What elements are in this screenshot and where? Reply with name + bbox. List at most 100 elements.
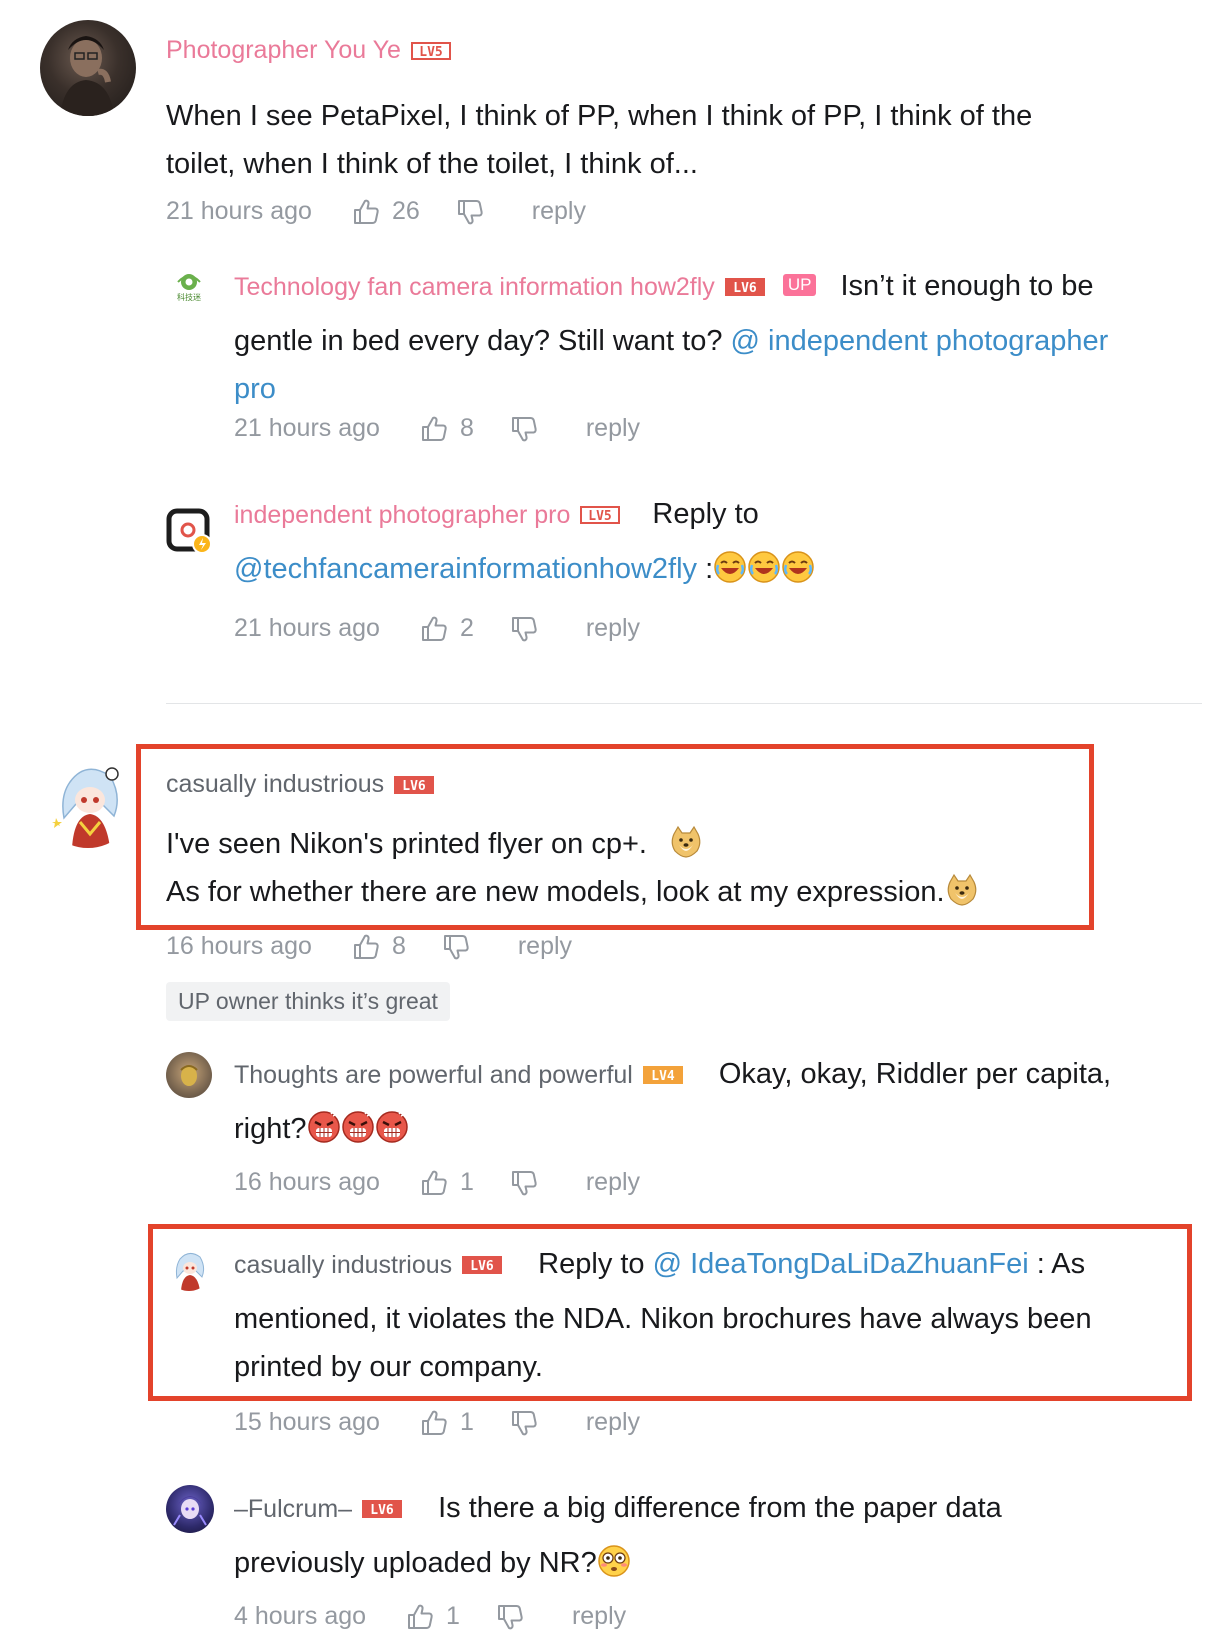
- avatar[interactable]: [166, 508, 212, 554]
- level-badge-icon: [411, 42, 451, 60]
- like-button[interactable]: 1: [420, 1168, 474, 1197]
- thumb-up-icon: [406, 1603, 434, 1631]
- like-button[interactable]: 1: [420, 1408, 474, 1437]
- like-count: 1: [459, 1408, 474, 1436]
- dislike-button[interactable]: [510, 615, 538, 643]
- like-count: 8: [391, 932, 406, 960]
- avatar[interactable]: [166, 1485, 214, 1533]
- author-name[interactable]: Technology fan camera information how2fl…: [234, 273, 715, 301]
- level-badge-icon: [362, 1500, 402, 1518]
- level-badge-icon: [643, 1066, 683, 1084]
- avatar[interactable]: 科技迷: [166, 266, 212, 312]
- comment-text-line: Technology fan camera information how2fl…: [234, 262, 1204, 311]
- comment-body: Thoughts are powerful and powerful Okay, …: [234, 1050, 1204, 1153]
- dislike-button[interactable]: [510, 1409, 538, 1437]
- comment-text-line: previously uploaded by NR?: [234, 1539, 1204, 1587]
- comment-body: When I see PetaPixel, I think of PP, whe…: [166, 92, 1206, 188]
- comment-text-line: When I see PetaPixel, I think of PP, whe…: [166, 100, 1033, 132]
- reply-button[interactable]: reply: [532, 197, 586, 226]
- author-name[interactable]: Thoughts are powerful and powerful: [234, 1061, 633, 1089]
- like-count: 26: [391, 197, 420, 225]
- thumb-down-icon: [510, 1169, 538, 1197]
- comment-body: independent photographer pro Reply to @te…: [234, 490, 1204, 593]
- reply-button[interactable]: reply: [572, 1602, 626, 1631]
- comment-actions: 21 hours ago 26 reply: [166, 197, 586, 226]
- timestamp: 21 hours ago: [166, 197, 312, 225]
- reply-button[interactable]: reply: [586, 614, 640, 643]
- thumb-down-icon: [442, 933, 470, 961]
- thumb-down-icon: [456, 198, 484, 226]
- comment-text-line: Thoughts are powerful and powerful Okay, …: [234, 1050, 1204, 1099]
- like-button[interactable]: 2: [420, 614, 474, 643]
- timestamp: 21 hours ago: [234, 414, 380, 442]
- comment-text: previously uploaded by NR?: [234, 1547, 597, 1579]
- thumb-up-icon: [420, 415, 448, 443]
- mention-link[interactable]: @ independent photographer: [731, 325, 1109, 357]
- angry-emoji-icon: [341, 1110, 375, 1144]
- level-badge-icon: [580, 506, 620, 524]
- highlight-box: [136, 744, 1094, 930]
- comment-actions: 4 hours ago 1 reply: [234, 1602, 626, 1631]
- like-count: 8: [459, 414, 474, 442]
- comment-text-line: @techfancamerainformationhow2fly :: [234, 545, 1204, 593]
- reply-button[interactable]: reply: [518, 932, 572, 961]
- comment-actions: 15 hours ago 1 reply: [234, 1408, 640, 1437]
- timestamp: 16 hours ago: [234, 1168, 380, 1196]
- comment-author[interactable]: Photographer You Ye: [166, 36, 451, 65]
- dislike-button[interactable]: [496, 1603, 524, 1631]
- thumb-up-icon: [420, 615, 448, 643]
- comment-actions: 16 hours ago 8 reply: [166, 932, 572, 961]
- avatar[interactable]: [40, 20, 136, 116]
- author-name[interactable]: –Fulcrum–: [234, 1495, 352, 1523]
- dislike-button[interactable]: [510, 415, 538, 443]
- comment-text-line: –Fulcrum– Is there a big difference from …: [234, 1484, 1204, 1533]
- reply-button[interactable]: reply: [586, 414, 640, 443]
- like-button[interactable]: 26: [352, 197, 420, 226]
- comment-text: Reply to: [652, 498, 759, 530]
- thumb-up-icon: [420, 1169, 448, 1197]
- author-name[interactable]: independent photographer pro: [234, 501, 570, 529]
- comment-text: right?: [234, 1113, 307, 1145]
- thread-divider: [166, 703, 1202, 704]
- thumb-down-icon: [510, 615, 538, 643]
- timestamp: 15 hours ago: [234, 1408, 380, 1436]
- thumb-down-icon: [496, 1603, 524, 1631]
- laugh-cry-emoji-icon: [781, 550, 815, 584]
- up-liked-tag: UP owner thinks it’s great: [166, 982, 450, 1021]
- like-count: 1: [446, 1602, 460, 1630]
- reply-button[interactable]: reply: [586, 1168, 640, 1197]
- like-button[interactable]: 1: [406, 1602, 460, 1631]
- svg-text:科技迷: 科技迷: [177, 292, 201, 302]
- thumb-up-icon: [420, 1409, 448, 1437]
- comment-text-line: independent photographer pro Reply to: [234, 490, 1204, 539]
- author-name[interactable]: Photographer You Ye: [166, 36, 401, 64]
- mention-link[interactable]: @techfancamerainformationhow2fly: [234, 553, 697, 585]
- angry-emoji-icon: [307, 1110, 341, 1144]
- dislike-button[interactable]: [442, 933, 470, 961]
- flushed-emoji-icon: [597, 1544, 631, 1578]
- thumb-down-icon: [510, 1409, 538, 1437]
- dislike-button[interactable]: [510, 1169, 538, 1197]
- timestamp: 4 hours ago: [234, 1602, 367, 1630]
- avatar[interactable]: [40, 752, 136, 848]
- comment-body: Technology fan camera information how2fl…: [234, 262, 1204, 413]
- comment-text: gentle in bed every day? Still want to?: [234, 325, 731, 357]
- comment-actions: 21 hours ago 2 reply: [234, 614, 640, 643]
- comment-text-line: toilet, when I think of the toilet, I th…: [166, 148, 698, 180]
- dislike-button[interactable]: [456, 198, 484, 226]
- comment-text-line: gentle in bed every day? Still want to? …: [234, 317, 1204, 365]
- like-button[interactable]: 8: [352, 932, 406, 961]
- thumb-down-icon: [510, 415, 538, 443]
- laugh-cry-emoji-icon: [747, 550, 781, 584]
- reply-button[interactable]: reply: [586, 1408, 640, 1437]
- mention-link[interactable]: pro: [234, 365, 1204, 413]
- like-count: 1: [459, 1168, 474, 1196]
- timestamp: 21 hours ago: [234, 614, 380, 642]
- comment-text: Is there a big difference from the paper…: [438, 1492, 1002, 1524]
- like-button[interactable]: 8: [420, 414, 474, 443]
- comment-text: Isn’t it enough to be: [840, 270, 1094, 302]
- comment-text-line: right?: [234, 1105, 1204, 1153]
- level-badge-icon: [725, 278, 765, 296]
- comment-actions: 16 hours ago 1 reply: [234, 1168, 640, 1197]
- avatar[interactable]: [166, 1052, 212, 1098]
